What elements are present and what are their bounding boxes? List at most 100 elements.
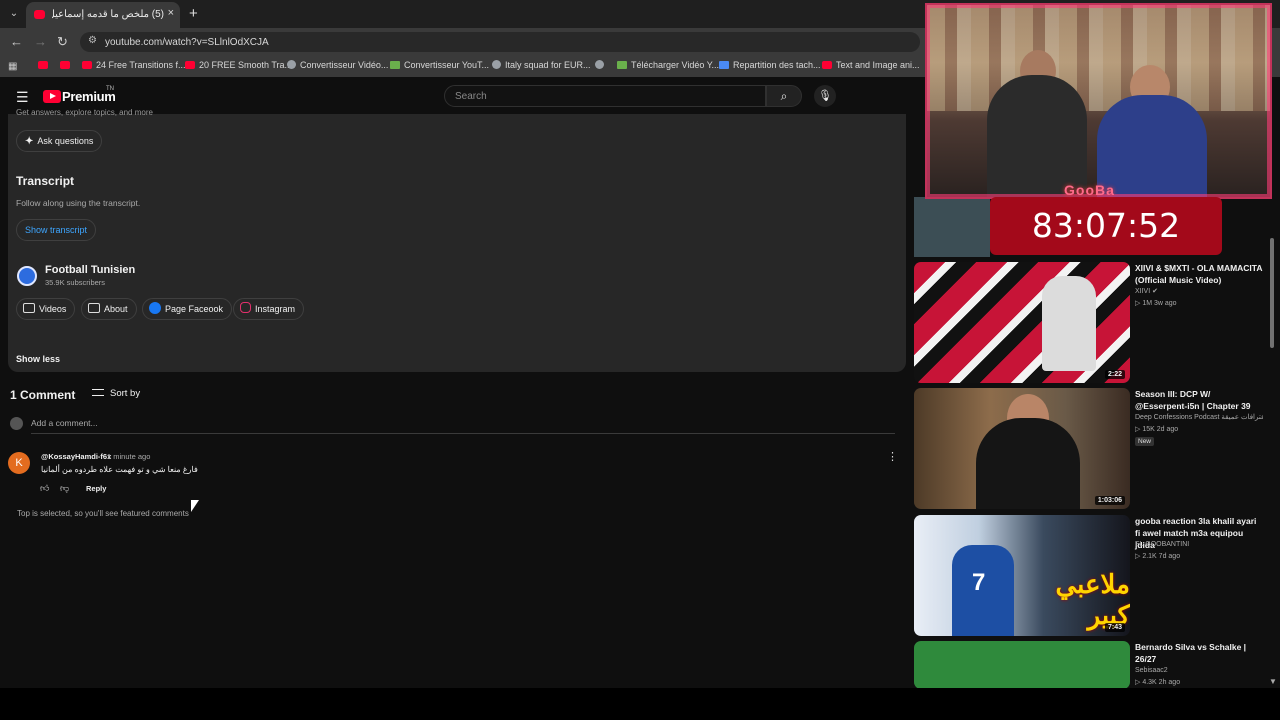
- video-title[interactable]: Bernardo Silva vs Schalke | 26/27: [1135, 641, 1263, 665]
- video-duration: 1:03:06: [1094, 496, 1125, 505]
- description-panel: Get answers, explore topics, and more ✦ A…: [8, 108, 906, 372]
- channel-avatar[interactable]: [17, 266, 37, 286]
- address-bar[interactable]: ⚙ youtube.com/watch?v=SLlnlOdXCJA: [80, 32, 920, 52]
- instagram-icon: [240, 302, 251, 313]
- mouse-cursor-icon: [191, 500, 199, 512]
- reload-icon[interactable]: ↻: [57, 34, 68, 50]
- thumbnail-text: ملاعبي كبير: [1055, 569, 1130, 630]
- video-channel[interactable]: Sebisaac2: [1135, 665, 1263, 677]
- browser-tab[interactable]: (5) ملخص ما قدمه إسماعيل الغربي ×: [26, 2, 180, 28]
- video-title[interactable]: XIIVI & $MXTI - OLA MAMACITA (Official M…: [1135, 262, 1263, 286]
- youtube-icon: [38, 61, 48, 69]
- channel-name[interactable]: Football Tunisien: [45, 264, 135, 276]
- tab-close-icon[interactable]: ×: [168, 7, 174, 19]
- bookmark-item[interactable]: Italy squad for EUR...: [492, 60, 591, 70]
- webcam-overlay-image: [925, 3, 1272, 199]
- bookmark-item[interactable]: Convertisseur YouT...: [390, 60, 489, 70]
- youtube-logo-icon: [43, 90, 61, 103]
- tab-title: (5) ملخص ما قدمه إسماعيل الغربي: [52, 9, 164, 20]
- facebook-link[interactable]: Page Faceook: [142, 298, 233, 320]
- youtube-icon: [60, 61, 70, 69]
- bookmark-item[interactable]: Télécharger Vidéo Y...: [617, 60, 719, 70]
- like-icon[interactable]: 👍︎: [40, 483, 49, 494]
- comment-time[interactable]: 1 minute ago: [107, 452, 150, 461]
- video-channel[interactable]: XIIVI ✔: [1135, 286, 1263, 298]
- sort-by-button[interactable]: Sort by: [92, 388, 140, 399]
- globe-icon: [492, 60, 501, 69]
- globe-icon: [287, 60, 296, 69]
- video-stats: ▷ 1M 3w ago: [1135, 300, 1177, 307]
- more-options-icon[interactable]: ⋮: [887, 450, 898, 463]
- comment-count: 1 Comment: [10, 388, 76, 402]
- forward-arrow-icon[interactable]: →: [34, 34, 47, 49]
- ask-subtitle: Get answers, explore topics, and more: [16, 108, 153, 117]
- youtube-icon: [82, 61, 92, 69]
- video-thumbnail[interactable]: 7 ملاعبي كبير 7:43: [914, 515, 1130, 636]
- bookmark-item[interactable]: 24 Free Transitions f...: [82, 60, 186, 70]
- youtube-icon: [822, 61, 832, 69]
- transcript-subtitle: Follow along using the transcript.: [16, 198, 141, 208]
- site-info-icon[interactable]: ⚙: [88, 35, 97, 46]
- reply-button[interactable]: Reply: [86, 484, 106, 493]
- instagram-link[interactable]: Instagram: [233, 298, 305, 320]
- video-channel[interactable]: EL GOOBANTINI: [1135, 539, 1263, 551]
- download-icon: [617, 61, 627, 69]
- video-icon: [23, 303, 35, 313]
- globe-icon: [595, 60, 604, 69]
- comment-text: فارغ منعا شي و تو فهمت علاه طردوه من ألم…: [41, 465, 198, 474]
- bookmark-item[interactable]: [595, 60, 608, 70]
- bookmark-item[interactable]: Repartition des tach...: [719, 60, 821, 70]
- bottom-letterbox: [0, 688, 1280, 720]
- ask-questions-button[interactable]: ✦ Ask questions: [16, 130, 103, 152]
- video-channel[interactable]: Deep Confessions Podcast اعترافات عميقة: [1135, 412, 1263, 424]
- video-thumbnail[interactable]: 2:22: [914, 262, 1130, 383]
- video-thumbnail[interactable]: 1:03:06: [914, 388, 1130, 509]
- top-selected-note: Top is selected, so you'll see featured …: [17, 509, 189, 518]
- bookmark-item[interactable]: 20 FREE Smooth Tra...: [185, 60, 292, 70]
- url-text: youtube.com/watch?v=SLlnlOdXCJA: [105, 37, 269, 48]
- stream-brand-logo: GooBa: [1064, 182, 1115, 198]
- search-icon: ⌕: [780, 89, 788, 103]
- scroll-down-arrow-icon[interactable]: ▼: [1269, 677, 1277, 686]
- youtube-favicon-icon: [34, 10, 45, 19]
- video-stats: ▷ 2.1K 7d ago: [1135, 553, 1181, 560]
- video-stats: ▷ 15K 2d ago: [1135, 426, 1179, 433]
- webcam-preview-image: [914, 197, 990, 257]
- bookmark-item[interactable]: Convertisseur Vidéo...: [287, 60, 388, 70]
- sparkle-icon: ✦: [25, 136, 34, 147]
- video-duration: 2:22: [1104, 370, 1125, 379]
- stream-timer: 83:07:52: [1031, 206, 1181, 245]
- tab-search-chevron-icon[interactable]: ⌄: [6, 6, 22, 22]
- show-transcript-button[interactable]: Show transcript: [16, 219, 97, 241]
- dislike-icon[interactable]: 👎︎: [60, 483, 69, 494]
- docs-icon: [719, 61, 729, 69]
- comment-avatar[interactable]: K: [8, 452, 30, 474]
- show-less-button[interactable]: Show less: [16, 354, 60, 364]
- add-comment-input[interactable]: Add a comment...: [31, 418, 895, 434]
- new-badge: New: [1135, 437, 1155, 446]
- search-input[interactable]: Search: [444, 85, 766, 107]
- about-link[interactable]: About: [81, 298, 137, 320]
- converter-icon: [390, 61, 400, 69]
- apps-grid-icon[interactable]: ▦: [8, 61, 17, 72]
- video-thumbnail[interactable]: [914, 641, 1130, 689]
- mic-icon: 🎙: [818, 90, 832, 102]
- bookmark-item[interactable]: [38, 60, 52, 70]
- channel-subscribers: 35.9K subscribers: [45, 278, 106, 287]
- back-arrow-icon[interactable]: ←: [10, 34, 23, 49]
- logo-country: TN: [106, 86, 114, 92]
- scrollbar-thumb[interactable]: [1270, 238, 1274, 348]
- menu-icon[interactable]: ☰: [16, 89, 29, 106]
- search-button[interactable]: ⌕: [766, 85, 802, 107]
- bookmark-item[interactable]: [60, 60, 74, 70]
- facebook-icon: [149, 302, 161, 314]
- videos-link[interactable]: Videos: [16, 298, 76, 320]
- transcript-heading: Transcript: [16, 174, 75, 188]
- comment-author[interactable]: @KossayHamdi-f6x: [41, 452, 111, 461]
- new-tab-button[interactable]: +: [189, 5, 198, 22]
- voice-search-button[interactable]: 🎙: [814, 85, 836, 107]
- video-title[interactable]: Season III: DCP W/ @Esserpent-i5n | Chap…: [1135, 388, 1263, 412]
- video-duration: 7:43: [1104, 623, 1125, 632]
- search-placeholder: Search: [455, 91, 487, 102]
- bookmark-item[interactable]: Text and Image ani...: [822, 60, 920, 70]
